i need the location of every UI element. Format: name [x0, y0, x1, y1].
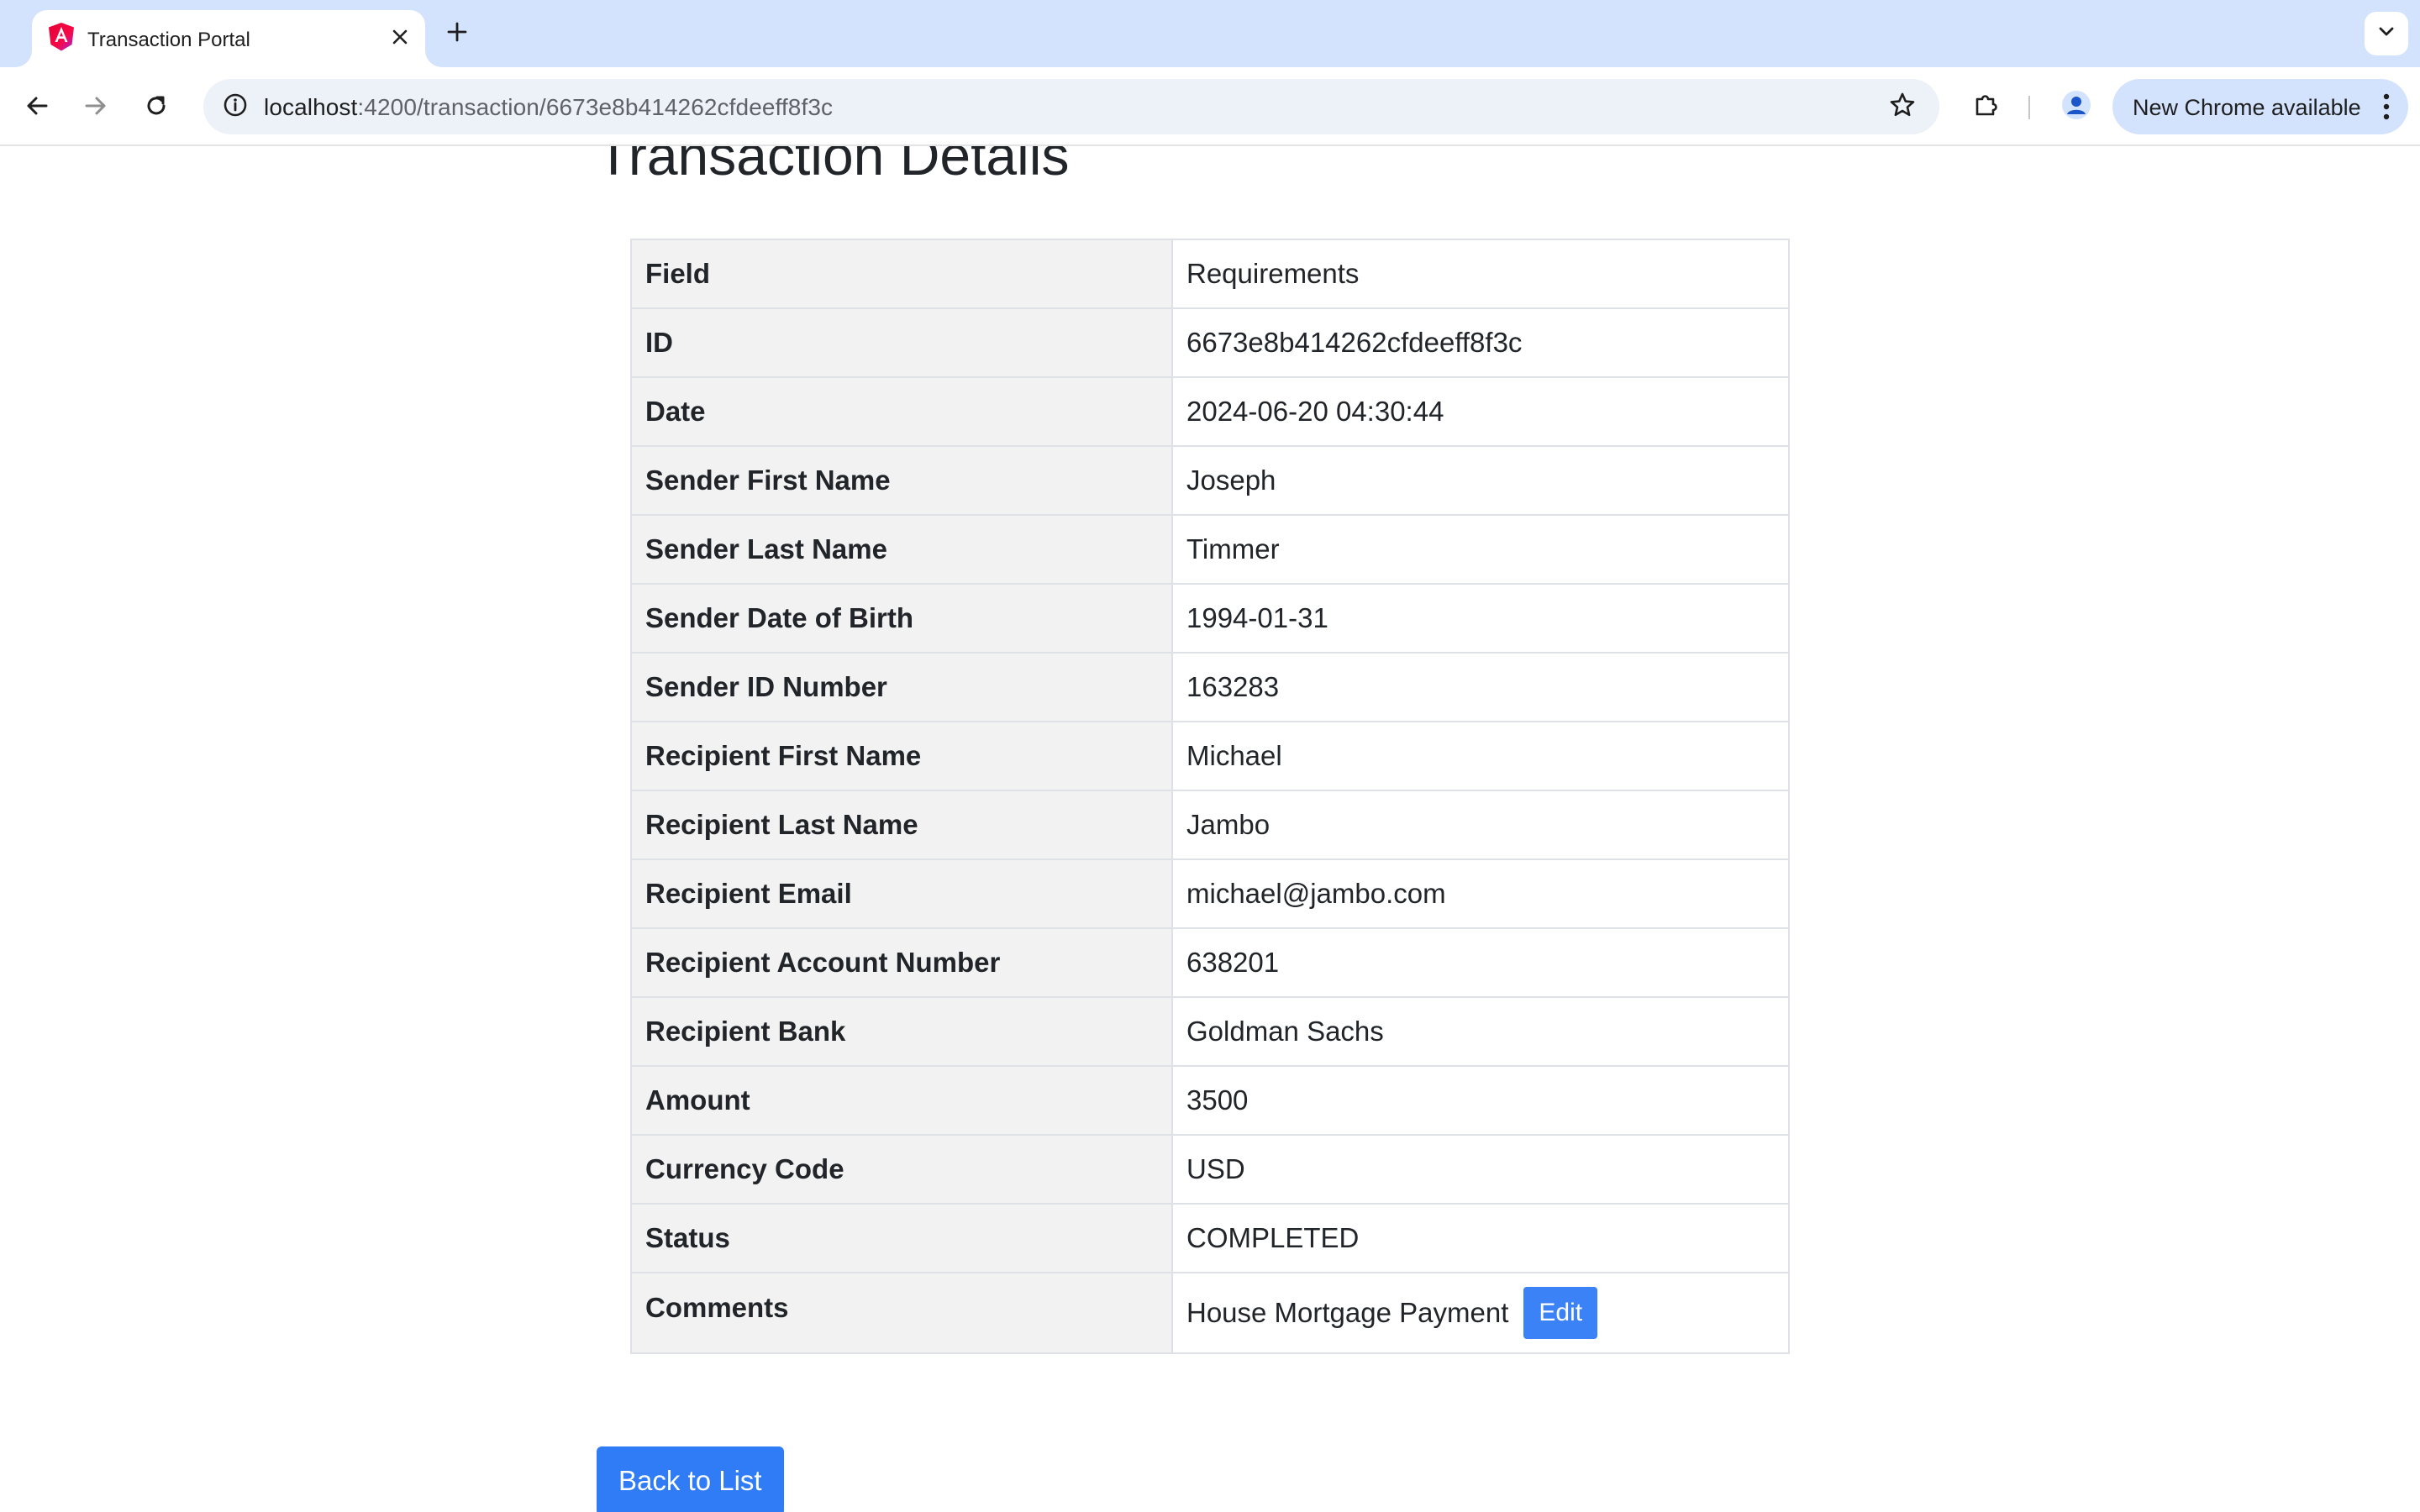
field-label: Recipient Email — [630, 858, 1173, 929]
tab-title: Transaction Portal — [87, 29, 250, 51]
table-row: Status COMPLETED — [630, 1203, 1790, 1273]
comment-text: House Mortgage Payment — [1186, 1297, 1509, 1328]
star-icon — [1889, 92, 1916, 123]
field-value: Timmer — [1171, 514, 1790, 585]
profile-icon — [2061, 90, 2091, 124]
field-value: 6673e8b414262cfdeeff8f3c — [1171, 307, 1790, 378]
field-label: Sender Date of Birth — [630, 583, 1173, 654]
field-label: Comments — [630, 1272, 1173, 1354]
table-row: Sender ID Number 163283 — [630, 652, 1790, 722]
bookmark-button[interactable] — [1882, 87, 1923, 127]
table-row: Recipient Last Name Jambo — [630, 790, 1790, 860]
table-header-row: Field Requirements — [630, 239, 1790, 309]
back-button[interactable] — [17, 87, 57, 128]
browser-tab[interactable]: Transaction Portal — [32, 10, 425, 67]
site-info-icon — [223, 92, 248, 122]
page-title: Transaction Details — [597, 146, 1070, 186]
field-value: 1994-01-31 — [1171, 583, 1790, 654]
field-header: Field — [630, 239, 1173, 309]
profile-button[interactable] — [2055, 86, 2097, 128]
table-row: Recipient Account Number 638201 — [630, 927, 1790, 998]
table-row: Currency Code USD — [630, 1134, 1790, 1205]
forward-arrow-icon — [84, 94, 108, 122]
transaction-details-table: Field Requirements ID 6673e8b414262cfdeef… — [630, 239, 1790, 1354]
field-label: Recipient Last Name — [630, 790, 1173, 860]
field-value: Michael — [1171, 721, 1790, 791]
table-row: Recipient Bank Goldman Sachs — [630, 996, 1790, 1067]
field-value: 163283 — [1171, 652, 1790, 722]
back-to-list-button[interactable]: Back to List — [597, 1446, 784, 1512]
field-value: COMPLETED — [1171, 1203, 1790, 1273]
field-value: 638201 — [1171, 927, 1790, 998]
url-text: localhost:4200/transaction/6673e8b414262… — [264, 94, 833, 121]
field-label: Sender ID Number — [630, 652, 1173, 722]
field-label: Sender Last Name — [630, 514, 1173, 585]
field-value: Jambo — [1171, 790, 1790, 860]
field-label: Recipient Account Number — [630, 927, 1173, 998]
field-value: House Mortgage Payment Edit — [1171, 1272, 1790, 1354]
tab-strip: Transaction Portal — [0, 0, 2420, 67]
field-label: Sender First Name — [630, 445, 1173, 516]
field-label: Amount — [630, 1065, 1173, 1136]
field-value: USD — [1171, 1134, 1790, 1205]
table-row: Sender Last Name Timmer — [630, 514, 1790, 585]
field-value: Joseph — [1171, 445, 1790, 516]
field-label: Date — [630, 376, 1173, 447]
extensions-button[interactable] — [1966, 86, 2007, 126]
forward-button[interactable] — [76, 87, 116, 128]
address-bar[interactable]: localhost:4200/transaction/6673e8b414262… — [203, 79, 1939, 134]
value-header: Requirements — [1171, 239, 1790, 309]
tab-search-button[interactable] — [2365, 12, 2408, 55]
update-label: New Chrome available — [2133, 95, 2361, 120]
new-tab-button[interactable] — [437, 17, 477, 50]
chevron-down-icon — [2378, 26, 2395, 42]
field-label: Currency Code — [630, 1134, 1173, 1205]
plus-icon — [447, 22, 467, 46]
angular-favicon-icon — [47, 22, 76, 52]
table-row: Date 2024-06-20 04:30:44 — [630, 376, 1790, 447]
table-row: Sender Date of Birth 1994-01-31 — [630, 583, 1790, 654]
back-arrow-icon — [25, 94, 49, 122]
field-label: Recipient Bank — [630, 996, 1173, 1067]
edit-comment-button[interactable]: Edit — [1523, 1287, 1598, 1339]
field-label: ID — [630, 307, 1173, 378]
field-value: michael@jambo.com — [1171, 858, 1790, 929]
field-value: 3500 — [1171, 1065, 1790, 1136]
reload-button[interactable] — [136, 87, 176, 128]
chrome-update-button[interactable]: New Chrome available — [2112, 79, 2408, 134]
field-value: 2024-06-20 04:30:44 — [1171, 376, 1790, 447]
field-value: Goldman Sachs — [1171, 996, 1790, 1067]
table-row: Recipient Email michael@jambo.com — [630, 858, 1790, 929]
table-row-comments: Comments House Mortgage Payment Edit — [630, 1272, 1790, 1354]
browser-toolbar: localhost:4200/transaction/6673e8b414262… — [0, 67, 2420, 146]
kebab-menu-icon[interactable] — [2376, 90, 2396, 123]
extensions-icon — [1973, 91, 2000, 122]
table-row: Sender First Name Joseph — [630, 445, 1790, 516]
table-row: ID 6673e8b414262cfdeeff8f3c — [630, 307, 1790, 378]
url-host: localhost — [264, 94, 358, 120]
site-info-button[interactable] — [215, 87, 255, 127]
table-row: Recipient First Name Michael — [630, 721, 1790, 791]
url-path: :4200/transaction/6673e8b414262cfdeeff8f… — [357, 94, 834, 120]
page-viewport: Transaction Details Field Requirements I… — [0, 146, 2420, 1512]
close-icon[interactable] — [387, 24, 413, 50]
field-label: Status — [630, 1203, 1173, 1273]
toolbar-divider — [2028, 96, 2030, 119]
reload-icon — [145, 94, 168, 122]
field-label: Recipient First Name — [630, 721, 1173, 791]
table-row: Amount 3500 — [630, 1065, 1790, 1136]
